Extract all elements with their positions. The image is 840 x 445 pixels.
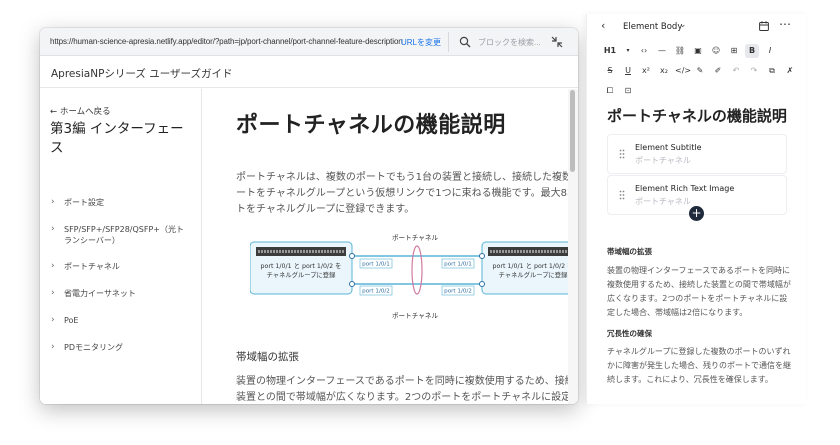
site-header: ApresiaNPシリーズ ユーザーズガイド bbox=[40, 56, 578, 88]
chevron-down-icon[interactable]: ⌄ bbox=[679, 20, 687, 30]
address-bar: https://human-science-apresia.netlify.ap… bbox=[40, 28, 578, 56]
bold-button[interactable]: B bbox=[745, 44, 759, 58]
collapse-icon[interactable] bbox=[551, 36, 563, 48]
sidebar-item-port-settings[interactable]: › ポート設定 bbox=[40, 197, 202, 208]
url-text[interactable]: https://human-science-apresia.netlify.ap… bbox=[50, 37, 403, 46]
more-options-icon[interactable]: ⋯ bbox=[779, 17, 792, 31]
search-icon[interactable] bbox=[459, 36, 471, 48]
field-value[interactable]: ポートチャネル bbox=[635, 155, 691, 166]
preview-window: https://human-science-apresia.netlify.ap… bbox=[40, 28, 578, 404]
sidebar-item-pd-monitoring[interactable]: › PDモニタリング bbox=[40, 342, 202, 353]
change-url-link[interactable]: URLを変更 bbox=[401, 37, 441, 48]
diagram-top-label: ポートチャネル bbox=[392, 234, 438, 242]
chevron-right-icon: › bbox=[51, 261, 55, 271]
drag-handle-icon[interactable] bbox=[619, 190, 625, 200]
underline-button[interactable]: U bbox=[621, 64, 635, 78]
editor-panel: ‹ Element Body ⌄ ⋯ H1 ▾ ‹› — ⛓ ▣ ☺ ⊞ B I… bbox=[586, 14, 806, 404]
chevron-down-icon[interactable]: ▾ bbox=[621, 44, 635, 58]
horizontal-rule-icon[interactable]: — bbox=[655, 44, 669, 58]
clipboard-icon[interactable]: ⊡ bbox=[621, 84, 635, 98]
link-icon[interactable]: ⛓ bbox=[673, 44, 687, 58]
left-switch: port 1/0/1 と port 1/0/2 を チャネルグループに登録 bbox=[250, 241, 353, 295]
field-element-subtitle[interactable]: Element Subtitle ポートチャネル bbox=[607, 134, 787, 174]
sidebar-item-label: ポート設定 bbox=[64, 198, 104, 207]
editor-heading[interactable]: ポートチャネルの機能説明 bbox=[607, 105, 787, 126]
chevron-right-icon: › bbox=[51, 197, 55, 207]
sidebar-item-label: PDモニタリング bbox=[64, 343, 123, 352]
article: ポートチャネルの機能説明 ポートチャネルは、複数のポートでもう1台の装置と接続し… bbox=[202, 89, 568, 404]
editor-section-heading[interactable]: 帯域幅の拡張 bbox=[607, 246, 652, 257]
field-label: Element Rich Text Image bbox=[635, 184, 735, 193]
formatting-toolbar: H1 ▾ ‹› — ⛓ ▣ ☺ ⊞ B I S U x² x₂ </> ✎ ✐ … bbox=[601, 42, 801, 95]
port-channel-diagram: port 1/0/1 と port 1/0/2 を チャネルグループに登録 po… bbox=[250, 234, 568, 320]
port-label-a-right: port 1/0/1 bbox=[444, 262, 472, 268]
sidebar-item-label: PoE bbox=[64, 316, 79, 325]
left-switch-line1: port 1/0/1 と port 1/0/2 を bbox=[261, 262, 342, 270]
right-switch-line1: port 1/0/1 と port 1/0/2 を bbox=[493, 262, 568, 270]
left-switch-line2: チャネルグループに登録 bbox=[267, 270, 337, 279]
sidebar-item-port-channel[interactable]: › ポートチャネル bbox=[40, 261, 202, 272]
heading-button[interactable]: H1 bbox=[603, 44, 617, 58]
editor-section-heading[interactable]: 冗長性の確保 bbox=[607, 328, 652, 339]
field-value[interactable]: ポートチャネル bbox=[635, 196, 691, 207]
code-inline-icon[interactable]: ‹› bbox=[637, 44, 651, 58]
page-title: ポートチャネルの機能説明 bbox=[236, 113, 506, 138]
chevron-right-icon: › bbox=[51, 224, 55, 234]
right-switch: port 1/0/1 と port 1/0/2 を チャネルグループに登録 bbox=[481, 241, 568, 295]
site-title[interactable]: ApresiaNPシリーズ ユーザーズガイド bbox=[51, 66, 232, 81]
brush-icon[interactable]: ✎ bbox=[693, 64, 707, 78]
sidebar-item-eee[interactable]: › 省電力イーサネット bbox=[40, 288, 202, 299]
intro-paragraph: ポートチャネルは、複数のポートでもう1台の装置と接続し、接続した複数のポートをチ… bbox=[236, 172, 568, 215]
editor-section-paragraph[interactable]: チャネルグループに登録した複数のポートのいずれかに障害が発生した場合、残りのポー… bbox=[607, 345, 791, 387]
clear-format-icon[interactable]: ✗ bbox=[783, 64, 797, 78]
port-label-b-left: port 1/0/2 bbox=[362, 289, 390, 295]
sidebar-item-poe[interactable]: › PoE bbox=[40, 315, 202, 326]
italic-button[interactable]: I bbox=[763, 44, 777, 58]
strikethrough-button[interactable]: S bbox=[603, 64, 617, 78]
sidebar-item-sfp[interactable]: › SFP/SFP+/SFP28/QSFP+（光トランシーバー） bbox=[40, 224, 190, 246]
paste-icon[interactable]: ⧠ bbox=[603, 84, 617, 98]
drag-handle-icon[interactable] bbox=[619, 149, 625, 159]
sidebar: ← ホームへ戻る 第3編 インターフェース › ポート設定 › SFP/SFP+/S… bbox=[40, 89, 202, 404]
subscript-button[interactable]: x₂ bbox=[657, 64, 671, 78]
undo-icon[interactable]: ↶ bbox=[729, 64, 743, 78]
section-paragraph: 装置の物理インターフェースであるポートを同時に複数使用するため、接続した装置との… bbox=[236, 376, 568, 403]
field-label: Element Subtitle bbox=[635, 143, 702, 152]
chevron-right-icon: › bbox=[51, 288, 55, 298]
sidebar-item-label: 省電力イーサネット bbox=[64, 289, 136, 298]
block-search-input[interactable]: ブロックを検索... bbox=[478, 37, 541, 48]
sidebar-item-label: SFP/SFP+/SFP28/QSFP+（光トランシーバー） bbox=[64, 225, 184, 245]
emoji-icon[interactable]: ☺ bbox=[709, 44, 723, 58]
editor-title[interactable]: Element Body bbox=[623, 22, 682, 32]
chapter-title: 第3編 インターフェース bbox=[50, 121, 184, 156]
embed-icon[interactable]: ⊞ bbox=[727, 44, 741, 58]
code-block-icon[interactable]: </> bbox=[675, 64, 691, 78]
sidebar-item-label: ポートチャネル bbox=[64, 262, 120, 271]
divider bbox=[448, 32, 449, 52]
back-home-link[interactable]: ← ホームへ戻る bbox=[50, 105, 111, 117]
redo-icon[interactable]: ↷ bbox=[747, 64, 761, 78]
port-label-a-left: port 1/0/1 bbox=[362, 262, 390, 268]
section-heading: 帯域幅の拡張 bbox=[236, 351, 299, 363]
editor-header: ‹ Element Body ⌄ ⋯ bbox=[587, 14, 807, 40]
port-label-b-right: port 1/0/2 bbox=[444, 289, 472, 295]
chevron-right-icon: › bbox=[51, 315, 55, 325]
add-block-button[interactable]: + bbox=[689, 206, 704, 221]
chevron-left-icon[interactable]: ‹ bbox=[601, 19, 605, 32]
editor-section-paragraph[interactable]: 装置の物理インターフェースであるポートを同時に複数使用するため、接続した装置との… bbox=[607, 264, 791, 320]
superscript-button[interactable]: x² bbox=[639, 64, 653, 78]
calendar-icon[interactable] bbox=[759, 21, 769, 31]
diagram-bottom-label: ポートチャネル bbox=[392, 312, 438, 320]
nav-list: › ポート設定 › SFP/SFP+/SFP28/QSFP+（光トランシーバー） ›… bbox=[40, 197, 202, 353]
scrollbar-thumb[interactable] bbox=[570, 90, 575, 172]
copy-icon[interactable]: ⧉ bbox=[765, 64, 779, 78]
chevron-right-icon: › bbox=[51, 342, 55, 352]
image-icon[interactable]: ▣ bbox=[691, 44, 705, 58]
port-links: port 1/0/1 port 1/0/1 port 1/0/2 port 1/… bbox=[349, 245, 485, 296]
screen: https://human-science-apresia.netlify.ap… bbox=[0, 0, 840, 445]
right-switch-line2: チャネルグループに登録 bbox=[499, 270, 568, 279]
marker-icon[interactable]: ✐ bbox=[711, 64, 725, 78]
